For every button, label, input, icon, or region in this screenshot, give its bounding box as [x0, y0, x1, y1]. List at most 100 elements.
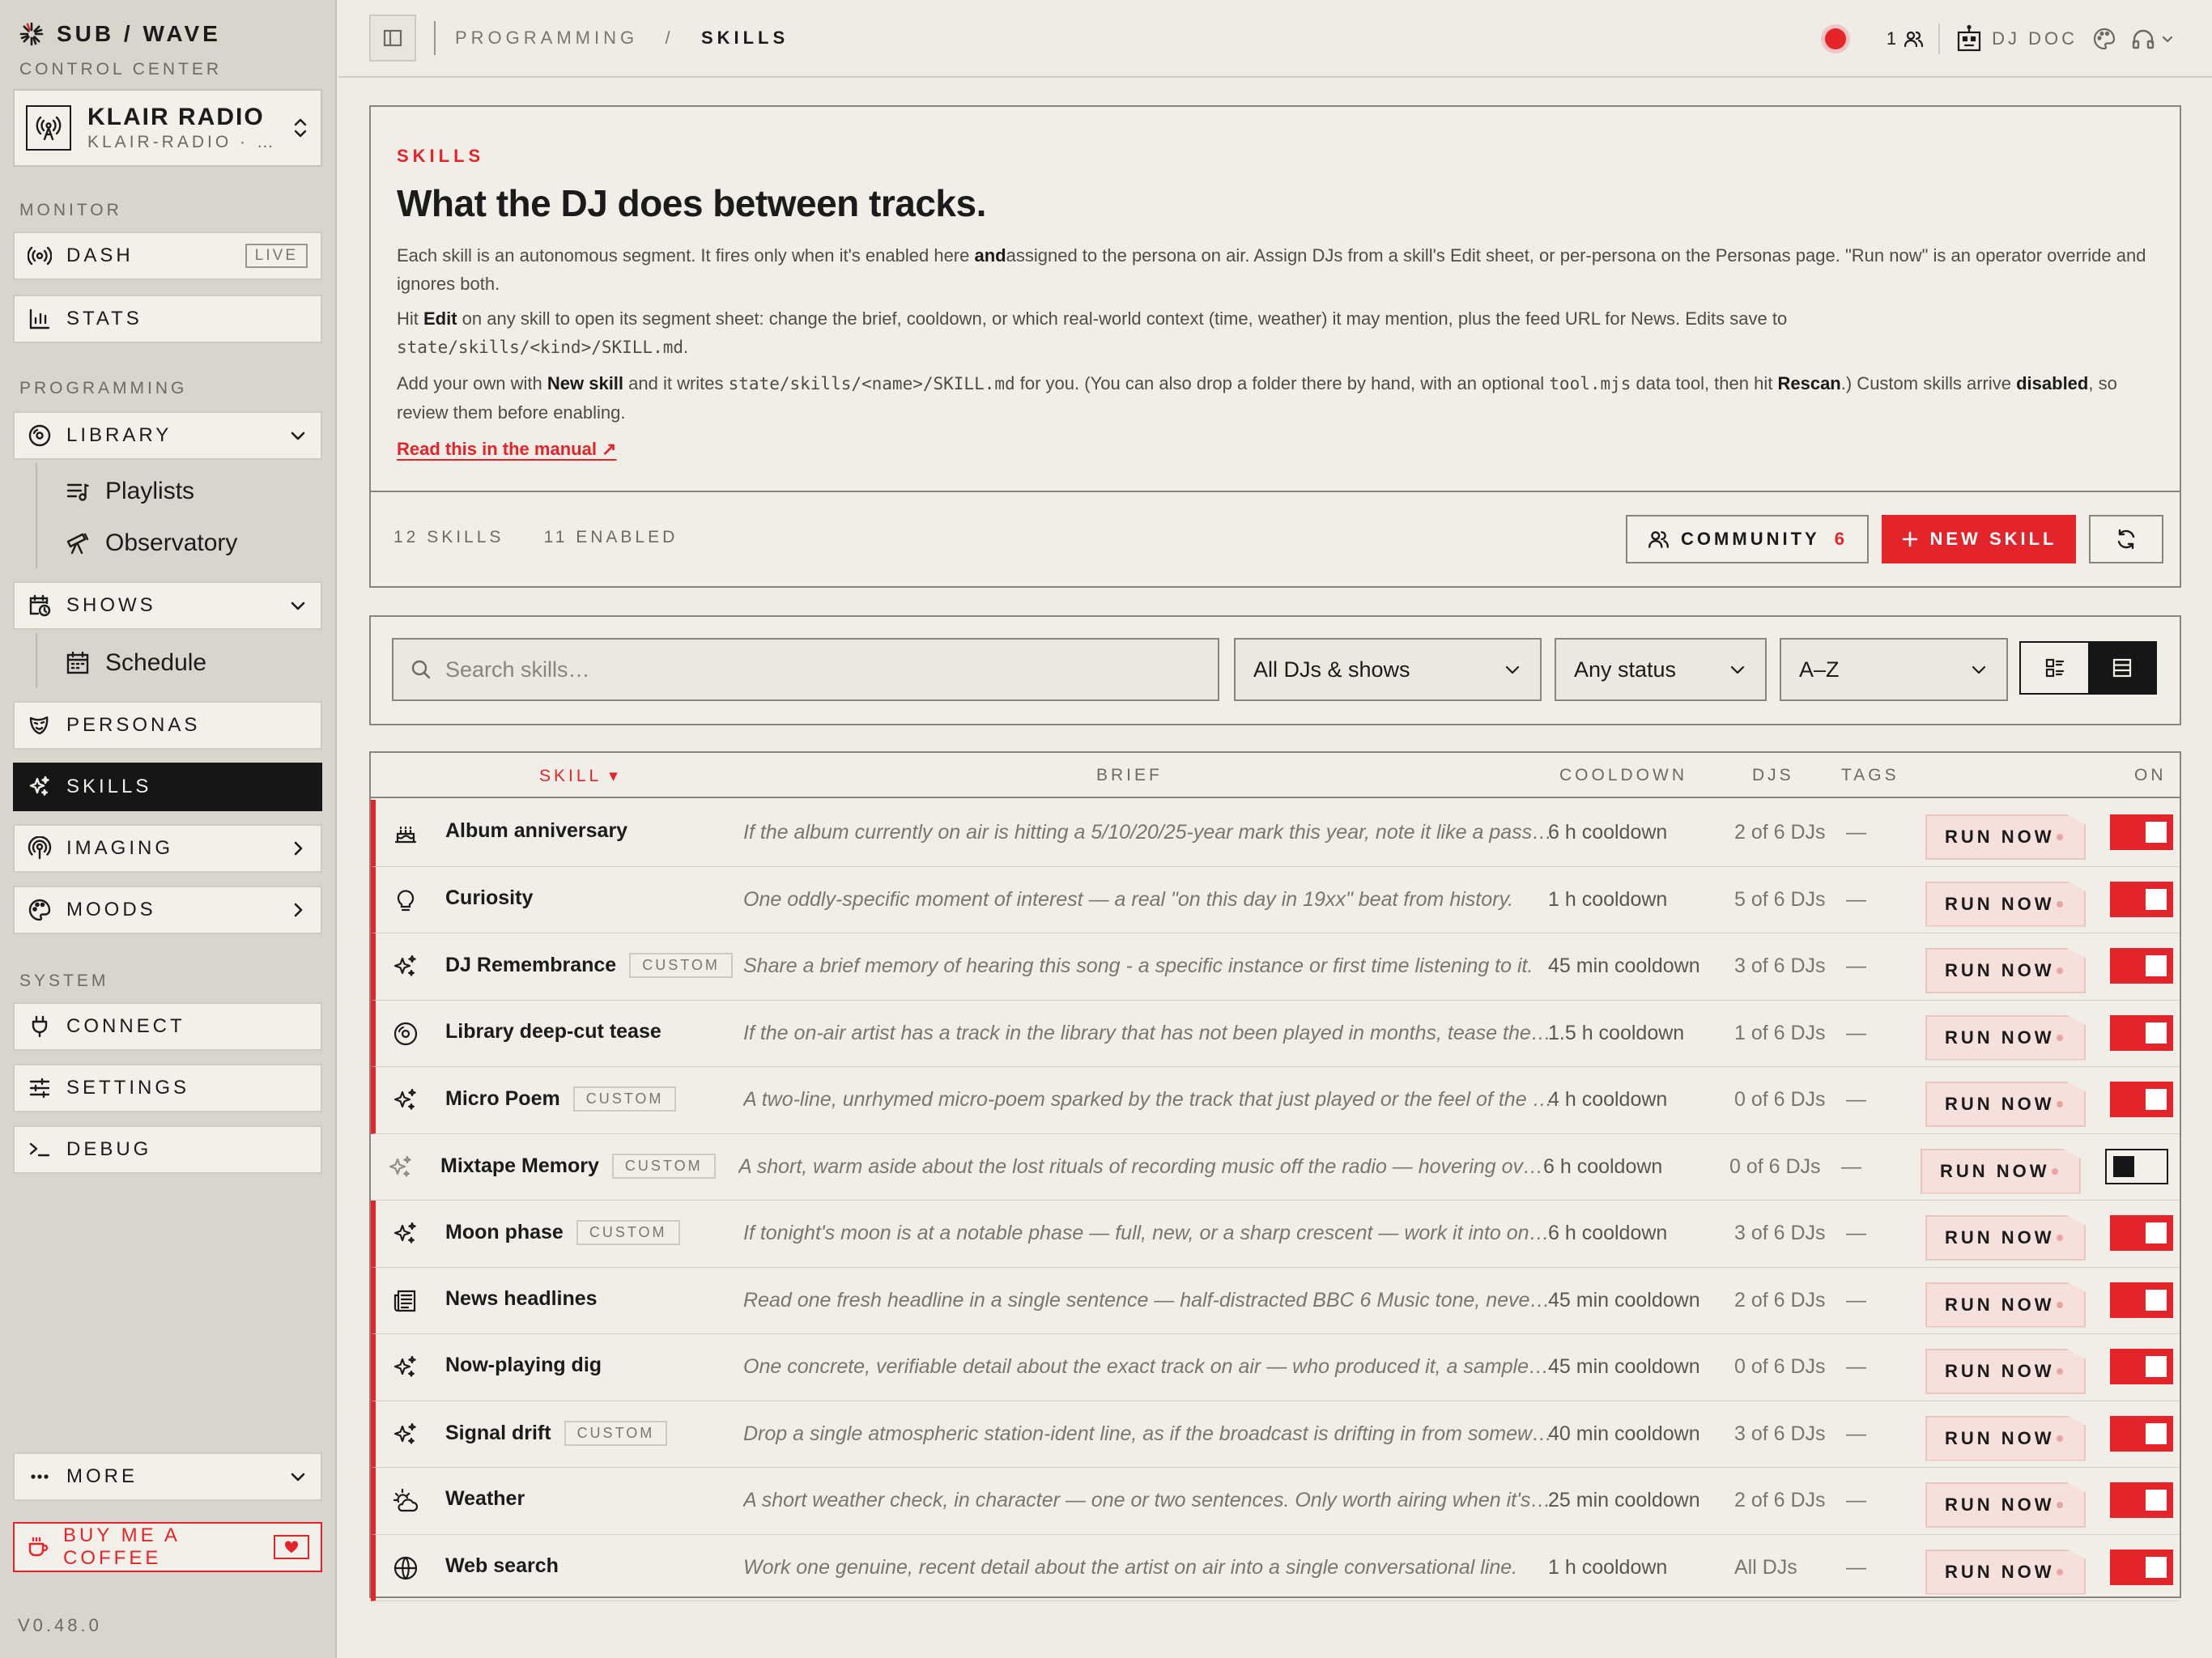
skill-name[interactable]: Moon phase CUSTOM — [445, 1220, 680, 1245]
sort-select[interactable]: A–Z — [1780, 638, 2008, 701]
community-button[interactable]: COMMUNITY 6 — [1626, 515, 1869, 563]
nav-stats[interactable]: STATS — [13, 295, 322, 343]
skill-name[interactable]: Web search — [445, 1554, 559, 1578]
skill-cooldown: 45 min cooldown — [1548, 954, 1700, 977]
grid-view-button[interactable] — [2021, 643, 2088, 693]
nav-personas[interactable]: PERSONAS — [13, 701, 322, 750]
app-version: V0.48.0 — [18, 1615, 102, 1635]
nav-library[interactable]: LIBRARY — [13, 411, 322, 460]
sparkle-icon — [392, 953, 419, 980]
skill-name[interactable]: DJ Remembrance CUSTOM — [445, 953, 733, 978]
custom-badge: CUSTOM — [572, 1086, 677, 1112]
column-skill[interactable]: SKILL ▾ — [539, 766, 621, 786]
nav-more[interactable]: MORE — [13, 1452, 322, 1501]
run-now-button[interactable]: RUN NOW — [1925, 948, 2086, 993]
skill-tags: — — [1846, 1021, 1866, 1044]
skill-enabled-toggle[interactable] — [2110, 1082, 2173, 1117]
run-now-button[interactable]: RUN NOW — [1925, 1549, 2086, 1595]
grid-list-icon — [2044, 657, 2066, 679]
headphones-menu[interactable] — [2131, 27, 2175, 51]
skill-name[interactable]: Mixtape Memory CUSTOM — [440, 1153, 716, 1179]
table-row[interactable]: Signal drift CUSTOM Drop a single atmosphe… — [371, 1401, 2180, 1468]
table-row[interactable]: Micro Poem CUSTOM A two-line, unrhymed mic… — [371, 1067, 2180, 1134]
search-input[interactable] — [445, 657, 1174, 682]
list-view-button[interactable] — [2088, 643, 2155, 693]
table-row[interactable]: Web search Work one genuine, recent detai… — [371, 1534, 2180, 1601]
search-box[interactable] — [392, 638, 1219, 701]
nav-skills[interactable]: SKILLS — [13, 763, 322, 811]
table-row[interactable]: Mixtape Memory CUSTOM A short, warm aside … — [371, 1134, 2180, 1201]
nav-dash-label: DASH — [66, 244, 134, 266]
skill-enabled-toggle[interactable] — [2110, 881, 2173, 917]
skill-enabled-toggle[interactable] — [2110, 1282, 2173, 1318]
listener-count[interactable]: 1 — [1887, 28, 1924, 49]
skill-enabled-toggle[interactable] — [2110, 1549, 2173, 1585]
sparkle-icon — [392, 1354, 419, 1381]
nav-connect[interactable]: CONNECT — [13, 1002, 322, 1051]
table-row[interactable]: Now-playing dig One concrete, verifiable … — [371, 1334, 2180, 1401]
sidebar-toggle-button[interactable] — [369, 15, 416, 62]
skill-enabled-toggle[interactable] — [2110, 1415, 2173, 1452]
dj-persona-menu[interactable]: DJ DOC — [1955, 24, 2078, 53]
table-row[interactable]: News headlines Read one fresh headline in… — [371, 1267, 2180, 1334]
skill-name[interactable]: Curiosity — [445, 886, 533, 910]
table-row[interactable]: Curiosity One oddly-specific moment of in… — [371, 866, 2180, 933]
run-now-button[interactable]: RUN NOW — [1925, 1482, 2086, 1528]
skill-enabled-toggle[interactable] — [2110, 948, 2173, 984]
brand[interactable]: SUB / WAVE — [19, 21, 221, 47]
sparkle-icon — [387, 1154, 415, 1181]
skill-enabled-toggle[interactable] — [2110, 1215, 2173, 1251]
skill-tags: — — [1846, 1355, 1866, 1378]
run-now-button[interactable]: RUN NOW — [1925, 881, 2086, 927]
nav-shows[interactable]: SHOWS — [13, 581, 322, 630]
nav-observatory[interactable]: Observatory — [65, 529, 237, 557]
bar-chart-icon — [28, 307, 52, 331]
skill-name[interactable]: News headlines — [445, 1287, 598, 1311]
skill-name[interactable]: Micro Poem CUSTOM — [445, 1086, 677, 1112]
run-now-button[interactable]: RUN NOW — [1925, 1215, 2086, 1261]
skill-name[interactable]: Album anniversary — [445, 819, 627, 843]
nav-moods[interactable]: MOODS — [13, 886, 322, 934]
run-now-button[interactable]: RUN NOW — [1925, 1349, 2086, 1394]
nav-settings[interactable]: SETTINGS — [13, 1064, 322, 1112]
station-switcher[interactable]: KLAIR RADIO KLAIR-RADIO · … — [13, 89, 322, 167]
skill-cooldown: 1.5 h cooldown — [1548, 1021, 1685, 1044]
breadcrumb-parent[interactable]: PROGRAMMING — [455, 28, 638, 48]
sunburst-logo-icon — [19, 22, 44, 46]
skill-name[interactable]: Signal drift CUSTOM — [445, 1420, 668, 1446]
run-now-button[interactable]: RUN NOW — [1925, 1415, 2086, 1461]
skill-name[interactable]: Now-playing dig — [445, 1354, 602, 1377]
table-row[interactable]: Library deep-cut tease If the on-air arti… — [371, 1000, 2180, 1067]
skill-name[interactable]: Weather — [445, 1487, 525, 1511]
nav-debug[interactable]: DEBUG — [13, 1125, 322, 1174]
skill-enabled-toggle[interactable] — [2110, 1014, 2173, 1051]
skill-enabled-toggle[interactable] — [2110, 814, 2173, 850]
buy-me-a-coffee-button[interactable]: BUY ME A COFFEE — [13, 1522, 322, 1572]
skill-enabled-toggle[interactable] — [2110, 1482, 2173, 1518]
run-now-button[interactable]: RUN NOW — [1925, 814, 2086, 860]
table-row[interactable]: Moon phase CUSTOM If tonight's moon is at … — [371, 1201, 2180, 1268]
skill-tags: — — [1846, 1088, 1866, 1111]
skill-name[interactable]: Library deep-cut tease — [445, 1020, 661, 1044]
skill-enabled-toggle[interactable] — [2110, 1349, 2173, 1384]
status-filter-select[interactable]: Any status — [1555, 638, 1767, 701]
station-slug: KLAIR-RADIO · … — [87, 133, 277, 151]
new-skill-button[interactable]: NEW SKILL — [1882, 515, 2076, 563]
table-row[interactable]: DJ Remembrance CUSTOM Share a brief memory… — [371, 933, 2180, 1001]
theme-palette-icon[interactable] — [2092, 27, 2116, 51]
rescan-button[interactable] — [2089, 515, 2163, 563]
dj-filter-select[interactable]: All DJs & shows — [1234, 638, 1542, 701]
skill-enabled-toggle[interactable] — [2105, 1148, 2168, 1184]
table-row[interactable]: Weather A short weather check, in charact… — [371, 1468, 2180, 1535]
manual-link[interactable]: Read this in the manual ↗ — [397, 439, 616, 460]
sparkle-icon — [392, 1086, 419, 1114]
nav-schedule[interactable]: Schedule — [65, 649, 206, 677]
run-now-button[interactable]: RUN NOW — [1921, 1148, 2081, 1194]
run-now-button[interactable]: RUN NOW — [1925, 1014, 2086, 1061]
nav-imaging[interactable]: IMAGING — [13, 824, 322, 873]
run-now-button[interactable]: RUN NOW — [1925, 1282, 2086, 1328]
nav-dash[interactable]: DASH LIVE — [13, 232, 322, 280]
run-now-button[interactable]: RUN NOW — [1925, 1082, 2086, 1127]
nav-playlists[interactable]: Playlists — [65, 478, 194, 505]
table-row[interactable]: Album anniversary If the album currently … — [371, 800, 2180, 867]
